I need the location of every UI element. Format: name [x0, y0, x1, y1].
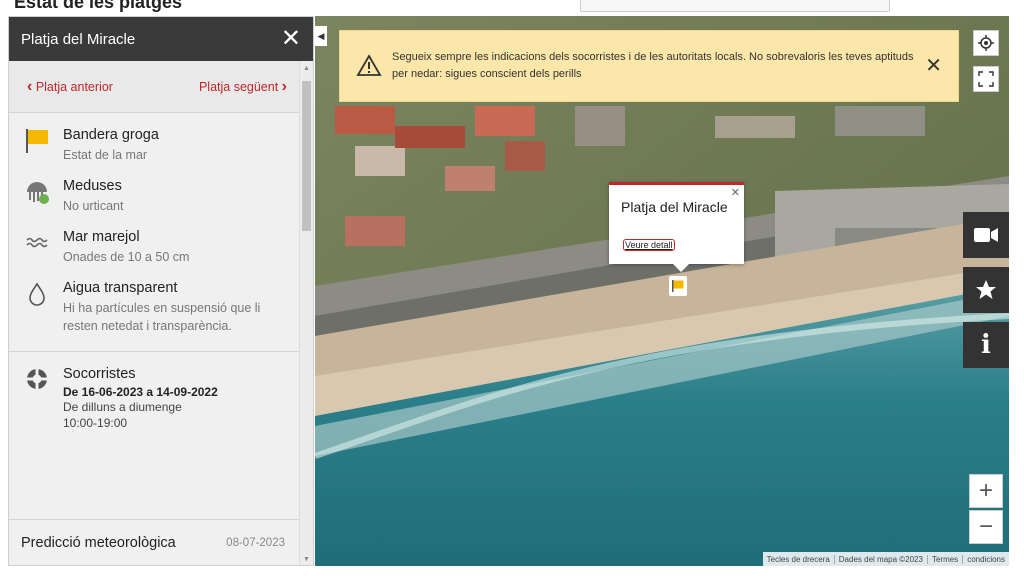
- lifeguards-dates: De 16-06-2023 a 14-09-2022: [63, 385, 218, 399]
- top-bar: Estat de les platges: [0, 0, 1024, 16]
- safety-warning-text: Segueix sempre les indicacions dels soco…: [392, 51, 914, 80]
- water-quality-subtitle: Hi ha partícules en suspensió que li res…: [63, 301, 261, 333]
- sea-state-subtitle: Onades de 10 a 50 cm: [63, 250, 190, 264]
- flag-subtitle: Estat de la mar: [63, 148, 148, 162]
- fullscreen-button[interactable]: [973, 66, 999, 92]
- flag-marker-icon: [672, 280, 684, 292]
- lifebuoy-icon: [21, 366, 53, 398]
- safety-warning-banner: Segueix sempre les indicacions dels soco…: [339, 30, 959, 102]
- search-input[interactable]: [580, 0, 890, 12]
- crosshair-icon: [978, 35, 994, 51]
- lifeguards-days: De dilluns a diumenge: [63, 400, 182, 414]
- star-icon: [976, 280, 996, 299]
- flag-status: Bandera groga Estat de la mar: [9, 113, 299, 164]
- terms-link[interactable]: Termes: [928, 554, 964, 564]
- flag-title: Bandera groga: [63, 127, 159, 143]
- waves-icon: [21, 229, 53, 261]
- jellyfish-status: Meduses No urticant: [9, 164, 299, 215]
- beach-detail-panel: Platja del Miracle ✕ ‹ Platja anterior P…: [8, 16, 314, 566]
- close-popup-button[interactable]: ✕: [731, 186, 740, 199]
- close-warning-button[interactable]: ✕: [925, 53, 942, 78]
- water-drop-icon: [21, 280, 53, 312]
- favorite-button[interactable]: [963, 267, 1009, 313]
- beach-map[interactable]: ◀ Segueix sempre les indicacions dels so…: [315, 16, 1009, 566]
- next-beach-label: Platja següent: [198, 79, 279, 94]
- lifeguards-info: Socorristes De 16-06-2023 a 14-09-2022 D…: [9, 352, 299, 431]
- beach-status-list: Bandera groga Estat de la mar Meduses No…: [9, 113, 299, 431]
- lifeguards-hours: 10:00-19:00: [63, 416, 128, 430]
- jellyfish-subtitle: No urticant: [63, 199, 124, 213]
- zoom-out-button[interactable]: −: [969, 510, 1003, 544]
- sea-state-title: Mar marejol: [63, 229, 140, 245]
- weather-forecast-row[interactable]: Predicció meteorològica 08-07-2023: [9, 519, 299, 565]
- sea-state: Mar marejol Onades de 10 a 50 cm: [9, 215, 299, 266]
- view-details-link[interactable]: Veure detall: [623, 239, 675, 251]
- collapse-panel-button[interactable]: ◀: [315, 26, 327, 46]
- next-beach-link[interactable]: Platja següent ›: [199, 78, 287, 96]
- map-data-text: Dades del mapa ©2023: [835, 554, 928, 564]
- water-quality-title: Aigua transparent: [63, 280, 178, 296]
- locate-me-button[interactable]: [973, 30, 999, 56]
- zoom-in-button[interactable]: +: [969, 474, 1003, 508]
- previous-beach-link[interactable]: ‹ Platja anterior: [27, 78, 113, 96]
- lifeguards-title: Socorristes: [63, 366, 136, 382]
- map-popup: ✕ Platja del Miracle Veure detall: [609, 182, 744, 272]
- expand-icon: [978, 71, 994, 87]
- webcam-button[interactable]: [963, 212, 1009, 258]
- panel-header: Platja del Miracle ✕: [9, 17, 313, 61]
- yellow-flag-icon: [21, 127, 53, 159]
- beach-navigation: ‹ Platja anterior Platja següent ›: [9, 61, 313, 113]
- jellyfish-icon: [21, 178, 53, 210]
- close-panel-button[interactable]: ✕: [281, 27, 301, 51]
- conditions-link[interactable]: condicions: [963, 555, 1009, 564]
- scrollbar-thumb[interactable]: [302, 81, 311, 231]
- weather-forecast-date: 08-07-2023: [226, 536, 285, 549]
- beach-name: Platja del Miracle: [21, 30, 136, 48]
- scroll-up-arrow[interactable]: ▲: [303, 65, 310, 72]
- keyboard-shortcuts-link[interactable]: Tecles de drecera: [763, 554, 835, 564]
- previous-beach-label: Platja anterior: [35, 79, 113, 94]
- beach-marker[interactable]: [669, 276, 687, 296]
- scroll-down-arrow[interactable]: ▼: [303, 556, 310, 563]
- chevron-right-icon: ›: [281, 77, 287, 95]
- info-icon: i: [981, 330, 991, 360]
- warning-icon: [356, 54, 382, 76]
- popup-tail: [673, 264, 689, 272]
- chevron-left-icon: ‹: [27, 77, 33, 95]
- weather-forecast-label: Predicció meteorològica: [21, 534, 176, 551]
- map-attribution: Tecles de drecera Dades del mapa ©2023 T…: [762, 552, 1009, 566]
- jellyfish-title: Meduses: [63, 178, 122, 194]
- water-quality: Aigua transparent Hi ha partícules en su…: [9, 266, 299, 335]
- popup-title: Platja del Miracle: [621, 199, 728, 215]
- panel-scrollbar[interactable]: ▲ ▼: [299, 61, 313, 565]
- video-camera-icon: [974, 228, 998, 242]
- info-button[interactable]: i: [963, 322, 1009, 368]
- page-title: Estat de les platges: [14, 0, 183, 12]
